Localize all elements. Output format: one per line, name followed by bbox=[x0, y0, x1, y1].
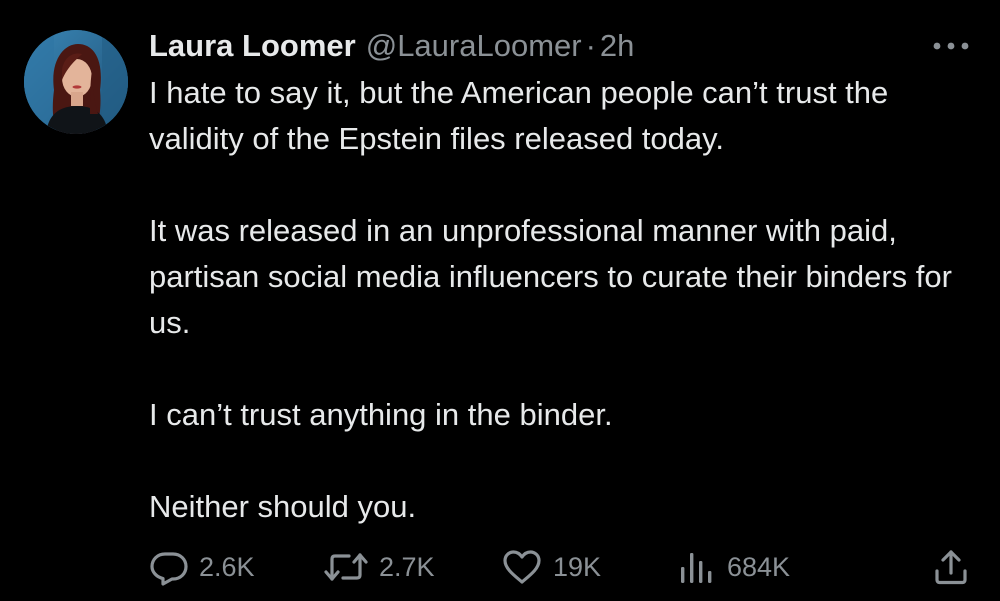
tweet-paragraph: I hate to say it, but the American peopl… bbox=[149, 75, 889, 156]
timestamp[interactable]: 2h bbox=[600, 28, 634, 64]
separator-dot: · bbox=[585, 28, 596, 63]
reply-icon bbox=[149, 547, 189, 587]
views-icon bbox=[677, 547, 717, 587]
repost-count: 2.7K bbox=[379, 551, 435, 582]
views-count: 684K bbox=[727, 551, 791, 582]
avatar-image bbox=[24, 30, 128, 134]
tweet-text: I hate to say it, but the American peopl… bbox=[149, 70, 989, 530]
tweet-paragraph: It was released in an unprofessional man… bbox=[149, 213, 952, 340]
action-bar: 2.6K 2.7K 19K 684K bbox=[149, 545, 979, 589]
reply-button[interactable]: 2.6K bbox=[149, 545, 255, 589]
tweet-header: Laura Loomer @LauraLoomer · 2h bbox=[149, 26, 634, 66]
repost-icon bbox=[323, 547, 369, 587]
more-icon[interactable] bbox=[926, 34, 976, 58]
share-button[interactable] bbox=[931, 545, 971, 589]
user-handle[interactable]: @LauraLoomer bbox=[366, 28, 582, 64]
heart-icon bbox=[501, 547, 543, 587]
views-button[interactable]: 684K bbox=[677, 545, 790, 589]
avatar[interactable] bbox=[24, 30, 128, 134]
display-name[interactable]: Laura Loomer bbox=[149, 28, 356, 64]
reply-count: 2.6K bbox=[199, 551, 255, 582]
share-icon bbox=[931, 547, 971, 587]
tweet: Laura Loomer @LauraLoomer · 2h I hate to… bbox=[0, 0, 1000, 601]
like-count: 19K bbox=[553, 551, 602, 582]
like-button[interactable]: 19K bbox=[501, 545, 601, 589]
repost-button[interactable]: 2.7K bbox=[323, 545, 435, 589]
tweet-paragraph: I can’t trust anything in the binder. bbox=[149, 397, 613, 432]
tweet-paragraph: Neither should you. bbox=[149, 489, 417, 524]
